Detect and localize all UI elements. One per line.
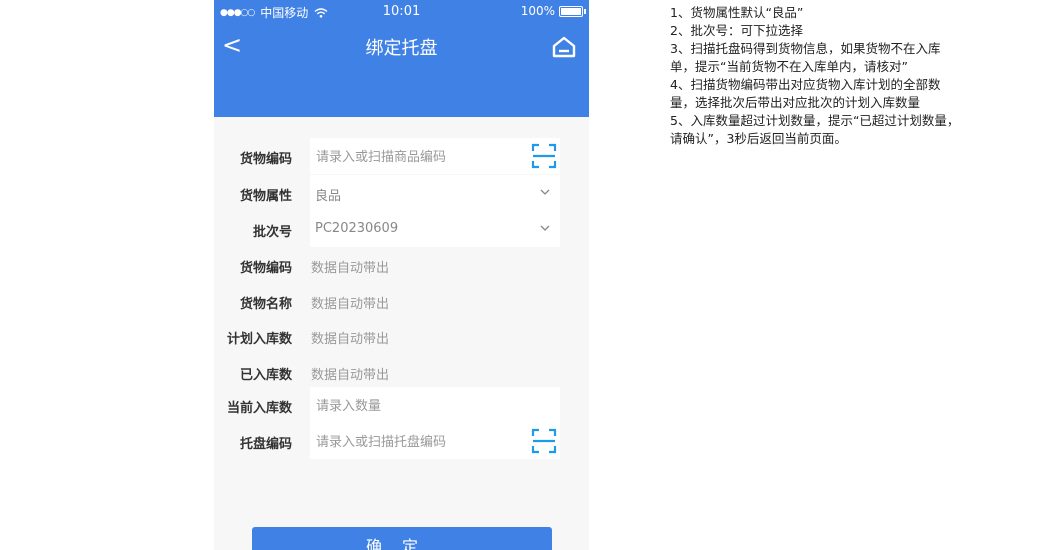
received-qty-value: 数据自动带出 [311,368,390,383]
note-item: 3、扫描托盘码得到货物信息，如果货物不在入库单，提示“当前货物不在入库单内，请核… [670,41,941,74]
planned-qty-row: 计划入库数 数据自动带出 [214,318,589,354]
pallet-code-input[interactable] [314,423,528,461]
goods-attr-select[interactable]: 良品 [310,175,560,211]
planned-qty-label: 计划入库数 [226,332,292,347]
goods-name-row: 货物名称 数据自动带出 [214,283,589,319]
confirm-button[interactable]: 确定 [252,527,552,550]
scan-icon[interactable] [531,143,557,169]
goods-code-label: 货物编码 [239,152,292,167]
scan-icon[interactable] [531,428,557,454]
current-qty-field [310,387,560,425]
goods-name-label: 货物名称 [239,297,292,312]
goods-code-auto-value: 数据自动带出 [311,261,390,276]
battery-icon [559,5,586,17]
nav-bar: < 绑定托盘 [214,30,589,64]
batch-no-select[interactable]: PC20230609 [310,211,560,247]
received-qty-row: 已入库数 数据自动带出 [214,354,589,390]
batch-no-label: 批次号 [252,225,292,240]
pallet-code-row: 托盘编码 [214,423,589,461]
batch-no-value: PC20230609 [315,221,399,236]
battery-percent: 100% [520,4,555,18]
batch-no-row: 批次号 PC20230609 [214,211,589,247]
goods-code-auto-row: 货物编码 数据自动带出 [214,247,589,283]
goods-code-field [310,138,560,176]
home-icon[interactable] [551,35,577,59]
note-item: 5、入库数量超过计划数量，提示“已超过计划数量，请确认”，3秒后返回当前页面。 [670,113,960,146]
received-qty-label: 已入库数 [239,368,292,383]
page-title: 绑定托盘 [365,38,438,59]
goods-attr-row: 货物属性 良品 [214,175,589,211]
note-item: 1、货物属性默认“良品” [670,5,804,20]
current-qty-label: 当前入库数 [226,401,292,416]
planned-qty-value: 数据自动带出 [311,332,390,347]
goods-code-auto-label: 货物编码 [239,261,292,276]
goods-attr-value: 良品 [315,189,342,204]
goods-attr-label: 货物属性 [239,189,292,204]
current-qty-row: 当前入库数 [214,387,589,425]
note-item: 4、扫描货物编码带出对应货物入库计划的全部数量，选择批次后带出对应批次的计划入库… [670,77,941,110]
pallet-code-field [310,423,560,461]
note-item: 2、批次号：可下拉选择 [670,23,803,38]
pallet-code-label: 托盘编码 [239,437,292,452]
current-qty-input[interactable] [314,387,528,425]
requirement-notes: 1、货物属性默认“良品” 2、批次号：可下拉选择 3、扫描托盘码得到货物信息，如… [670,4,960,148]
goods-code-row: 货物编码 [214,138,589,176]
chevron-down-icon[interactable] [538,185,552,199]
phone-screen: ●●●○○ 中国移动 10:01 100% < 绑定托盘 货物编码 请录入或扫描… [214,0,589,550]
goods-name-value: 数据自动带出 [311,297,390,312]
goods-code-input[interactable] [314,138,528,176]
status-bar: ●●●○○ 中国移动 10:01 100% [214,0,589,24]
chevron-down-icon[interactable] [538,221,552,235]
header: ●●●○○ 中国移动 10:01 100% < 绑定托盘 [214,0,589,117]
